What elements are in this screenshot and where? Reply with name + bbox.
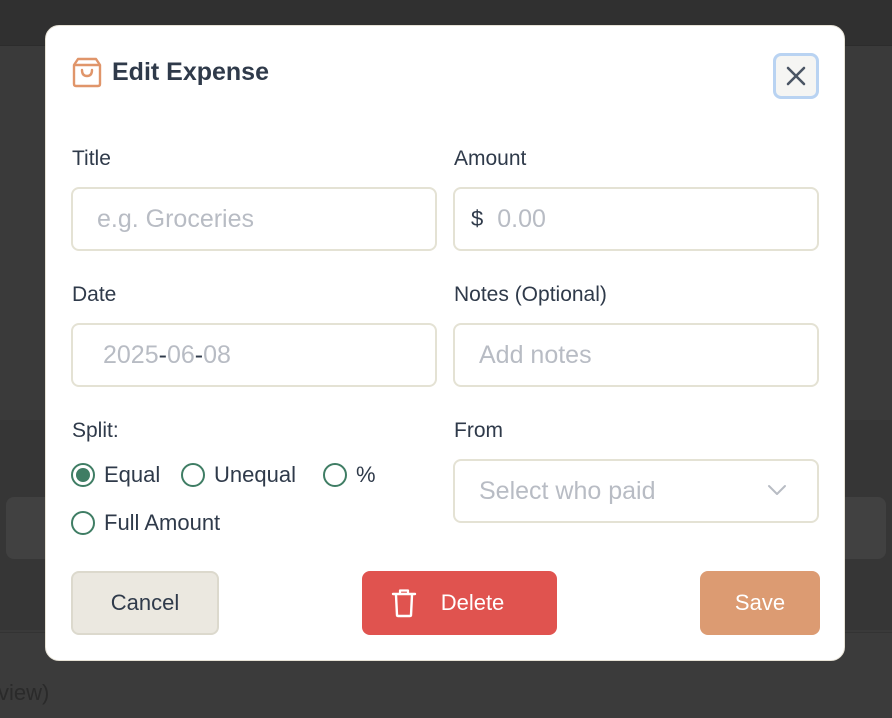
radio-unselected[interactable] <box>181 463 205 487</box>
title-field[interactable] <box>71 187 437 251</box>
split-option-label: % <box>356 462 376 487</box>
split-option-unequal[interactable]: Unequal <box>181 462 296 488</box>
cancel-button-label: Cancel <box>110 590 180 615</box>
title-input[interactable] <box>97 189 435 249</box>
date-separator: - <box>194 340 204 369</box>
title-label: Title <box>72 147 111 170</box>
cancel-button[interactable]: Cancel <box>71 571 219 635</box>
notes-input[interactable] <box>479 325 817 385</box>
close-icon <box>786 66 806 86</box>
date-month[interactable]: 06 <box>167 341 195 370</box>
save-button[interactable]: Save <box>700 571 820 635</box>
split-option-full-amount[interactable]: Full Amount <box>71 510 220 536</box>
chevron-down-icon <box>768 485 786 495</box>
background-partial-text: view) <box>0 680 50 705</box>
notes-field[interactable] <box>453 323 819 387</box>
split-option-label: Unequal <box>214 462 296 487</box>
from-label: From <box>454 419 503 442</box>
date-year[interactable]: 2025 <box>103 341 159 370</box>
delete-button[interactable]: Delete <box>362 571 557 635</box>
amount-field[interactable]: $ <box>453 187 819 251</box>
amount-label: Amount <box>454 147 527 170</box>
split-label: Split: <box>72 419 119 442</box>
split-option-label: Full Amount <box>104 510 221 535</box>
notes-label: Notes (Optional) <box>454 283 607 306</box>
currency-symbol: $ <box>471 206 484 231</box>
trash-icon <box>391 589 416 618</box>
from-select[interactable]: Select who paid <box>453 459 819 523</box>
split-option-equal[interactable]: Equal <box>71 462 160 488</box>
radio-unselected[interactable] <box>323 463 347 487</box>
save-button-label: Save <box>734 590 786 615</box>
split-option-percent[interactable]: % <box>323 462 376 488</box>
amount-input[interactable] <box>497 189 817 249</box>
date-day[interactable]: 08 <box>203 341 231 370</box>
shopping-bag-icon <box>72 57 102 88</box>
modal-header: Edit Expense <box>72 56 269 88</box>
delete-button-label: Delete <box>440 590 505 615</box>
from-select-placeholder: Select who paid <box>479 476 656 505</box>
close-button[interactable] <box>773 53 819 99</box>
radio-unselected[interactable] <box>71 511 95 535</box>
edit-expense-modal: Edit Expense Title Amount $ Date 2025-06… <box>45 25 845 661</box>
date-label: Date <box>72 283 117 306</box>
modal-title: Edit Expense <box>112 57 269 86</box>
date-field[interactable]: 2025-06-08 <box>71 323 437 387</box>
split-option-label: Equal <box>104 462 161 487</box>
date-separator: - <box>158 340 167 369</box>
radio-selected[interactable] <box>71 463 95 487</box>
